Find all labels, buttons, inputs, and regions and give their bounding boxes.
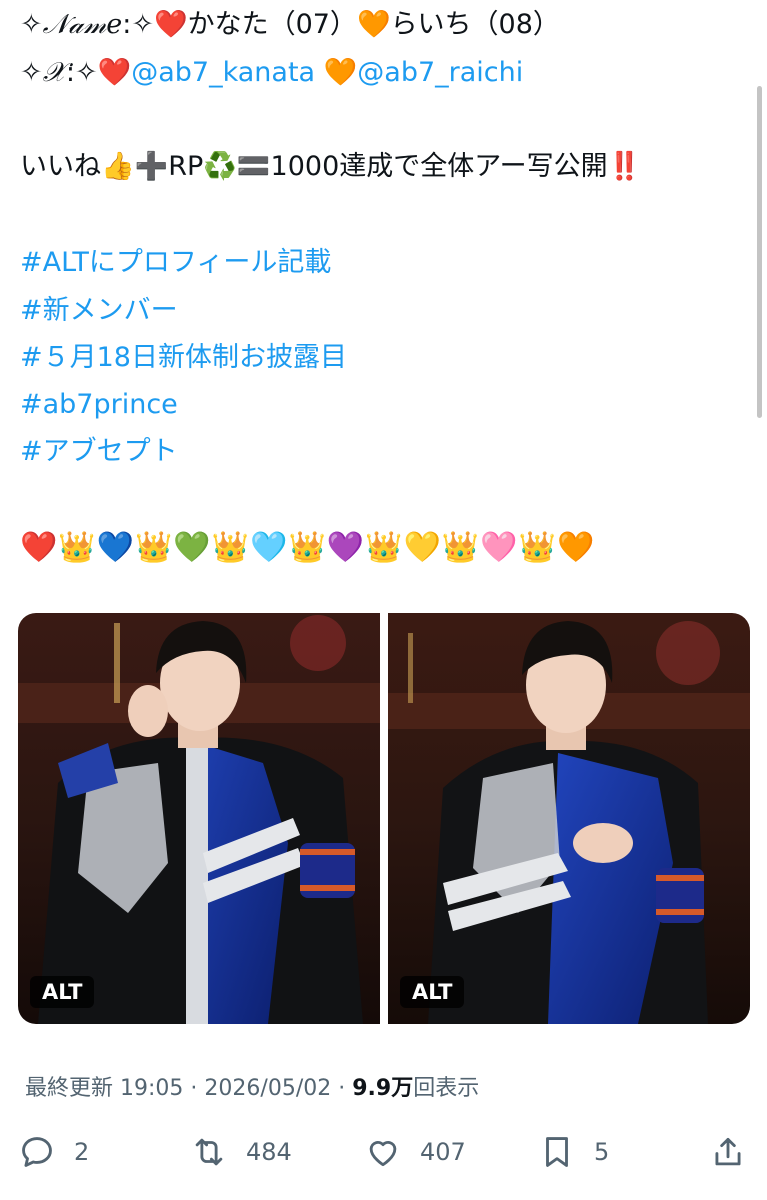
member-kanata: かなた（07）: [187, 9, 357, 40]
photo-kanata-illustration: [18, 613, 380, 1024]
red-heart-emoji: ❤️: [153, 9, 188, 40]
goal-text-main: 1000達成で全体アー写公開: [270, 151, 608, 182]
reply-icon: [22, 1137, 52, 1167]
hashtag-absept[interactable]: #アブセプト: [20, 435, 178, 469]
double-exclamation-emoji: ‼️: [607, 151, 642, 182]
tweet-meta: 最終更新 19:05 · 2026/05/02 · 9.9万回表示: [25, 1070, 479, 1102]
share-icon: [715, 1137, 741, 1166]
alt-badge[interactable]: ALT: [400, 976, 465, 1008]
repost-button[interactable]: 484: [190, 1130, 292, 1174]
x-label: 𝒳: [42, 57, 66, 88]
orange-heart-emoji: 🧡: [323, 57, 358, 88]
photo-kanata[interactable]: ALT: [18, 613, 380, 1024]
share-button[interactable]: [709, 1130, 747, 1174]
like-button[interactable]: 407: [364, 1130, 466, 1174]
hashtag-debut-date[interactable]: #５月18日新体制お披露目: [20, 341, 347, 375]
emoji-hearts-crowns-row: ❤️👑💙👑💚👑🩵👑💜👑💛👑🩷👑🧡: [20, 530, 596, 565]
bookmark-count: 5: [594, 1138, 610, 1166]
reply-button[interactable]: 2: [18, 1130, 89, 1174]
goal-line: いいね👍➕RP♻️🟰1000達成で全体アー写公開‼️: [20, 150, 641, 184]
goal-text-like: いいね: [20, 151, 101, 182]
goal-text-rp: RP: [168, 151, 204, 182]
meta-separator: ·: [338, 1076, 346, 1101]
member-raichi: らいち（08）: [390, 9, 560, 40]
sparkle-glyph: ✧: [131, 9, 154, 40]
separator: :: [122, 9, 132, 40]
x-line: ✧𝒳:✧❤️@ab7_kanata 🧡@ab7_raichi: [20, 56, 523, 90]
recycle-emoji: ♻️: [203, 151, 237, 182]
thumbs-up-emoji: 👍: [101, 151, 135, 182]
like-icon: [369, 1141, 397, 1167]
view-count: 9.9万: [352, 1076, 414, 1101]
photo-raichi-illustration: [388, 613, 750, 1024]
meta-separator: ·: [190, 1076, 198, 1101]
hashtag-ab7prince[interactable]: #ab7prince: [20, 388, 178, 422]
post-time[interactable]: 19:05: [120, 1076, 183, 1101]
orange-heart-emoji: 🧡: [356, 9, 391, 40]
mention-kanata-link[interactable]: @ab7_kanata: [131, 57, 315, 88]
separator: :: [65, 57, 75, 88]
photo-raichi[interactable]: ALT: [388, 613, 750, 1024]
mention-raichi-link[interactable]: @ab7_raichi: [357, 57, 523, 88]
red-heart-emoji: ❤️: [97, 57, 132, 88]
plus-emoji: ➕: [134, 151, 169, 182]
bookmark-icon: [546, 1137, 568, 1167]
scrollbar[interactable]: [757, 86, 762, 418]
alt-badge[interactable]: ALT: [30, 976, 95, 1008]
action-bar: 2 484 407 5: [0, 1130, 767, 1174]
reply-count: 2: [74, 1138, 90, 1166]
sparkle-glyph: ✧: [74, 57, 98, 88]
last-updated-label: 最終更新: [25, 1076, 114, 1101]
like-count: 407: [420, 1138, 466, 1166]
name-line: ✧𝒩𝒶𝓂𝑒:✧❤️かなた（07）🧡らいち（08）: [20, 8, 560, 42]
sparkle-glyph: ✧: [20, 57, 43, 88]
hashtag-alt-profile[interactable]: #ALTにプロフィール記載: [20, 246, 331, 280]
post-date[interactable]: 2026/05/02: [204, 1076, 331, 1101]
name-label: 𝒩𝒶𝓂𝑒: [42, 9, 123, 40]
view-label: 回表示: [413, 1076, 480, 1101]
hashtag-new-member[interactable]: #新メンバー: [20, 294, 178, 328]
sparkle-glyph: ✧: [20, 9, 43, 40]
bookmark-button[interactable]: 5: [538, 1130, 609, 1174]
equals-emoji: 🟰: [236, 151, 271, 182]
repost-count: 484: [246, 1138, 292, 1166]
repost-icon: [195, 1138, 223, 1166]
